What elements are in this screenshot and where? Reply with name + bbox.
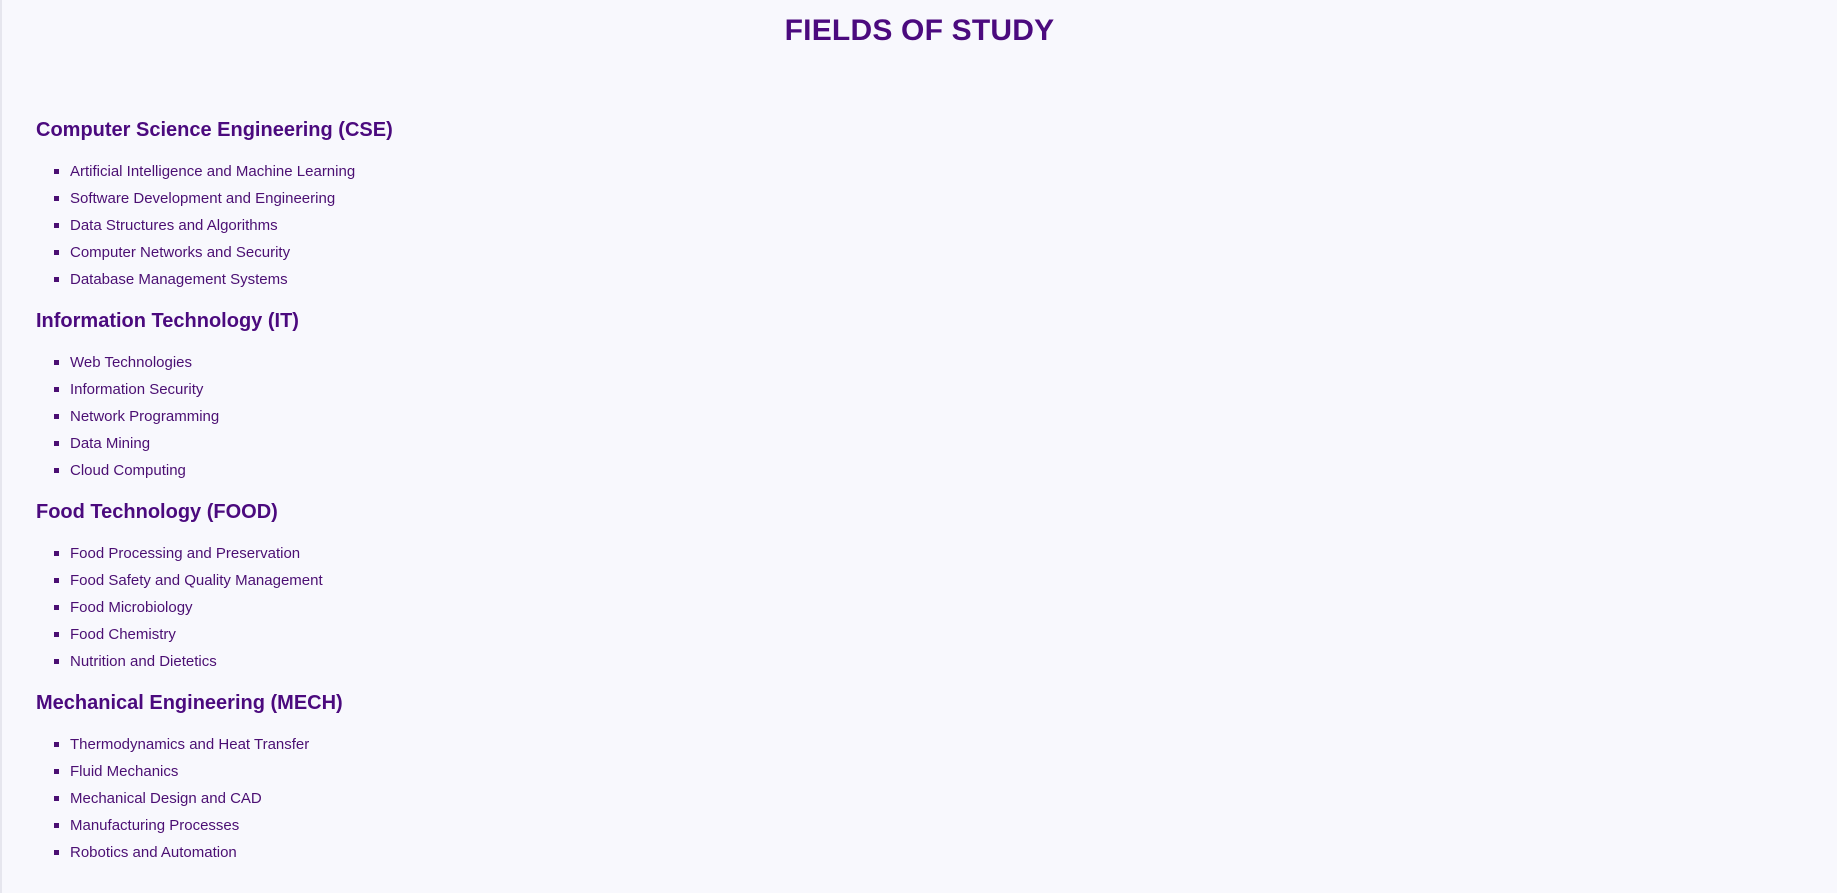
topic-label: Thermodynamics and Heat Transfer bbox=[70, 736, 310, 753]
topic-label: Food Chemistry bbox=[70, 626, 176, 643]
topic-label: Cloud Computing bbox=[70, 462, 186, 479]
section-heading: Computer Science Engineering (CSE) bbox=[36, 119, 393, 141]
square-bullet-icon bbox=[54, 823, 59, 828]
square-bullet-icon bbox=[54, 742, 59, 747]
topic-label: Food Microbiology bbox=[70, 599, 193, 616]
list-item: Network Programming bbox=[54, 403, 836, 430]
square-bullet-icon bbox=[54, 850, 59, 855]
topic-list: Food Processing and Preservation Food Sa… bbox=[36, 540, 836, 675]
square-bullet-icon bbox=[54, 769, 59, 774]
topic-label: Data Structures and Algorithms bbox=[70, 217, 278, 234]
list-item: Data Structures and Algorithms bbox=[54, 212, 836, 239]
topic-list: Web Technologies Information Security Ne… bbox=[36, 349, 836, 484]
section-cse: Computer Science Engineering (CSE) Artif… bbox=[36, 118, 836, 293]
square-bullet-icon bbox=[54, 632, 59, 637]
square-bullet-icon bbox=[54, 414, 59, 419]
square-bullet-icon bbox=[54, 605, 59, 610]
square-bullet-icon bbox=[54, 468, 59, 473]
topic-label: Computer Networks and Security bbox=[70, 244, 291, 261]
list-item: Web Technologies bbox=[54, 349, 836, 376]
section-heading: Food Technology (FOOD) bbox=[36, 501, 278, 523]
square-bullet-icon bbox=[54, 196, 59, 201]
topic-label: Artificial Intelligence and Machine Lear… bbox=[70, 163, 356, 180]
list-item: Nutrition and Dietetics bbox=[54, 648, 836, 675]
fields-list: Computer Science Engineering (CSE) Artif… bbox=[36, 118, 836, 882]
topic-list: Artificial Intelligence and Machine Lear… bbox=[36, 158, 836, 293]
list-item: Food Chemistry bbox=[54, 621, 836, 648]
topic-label: Food Processing and Preservation bbox=[70, 545, 301, 562]
list-item: Food Processing and Preservation bbox=[54, 540, 836, 567]
topic-label: Food Safety and Quality Management bbox=[70, 572, 323, 589]
section-it: Information Technology (IT) Web Technolo… bbox=[36, 309, 836, 484]
topic-list: Thermodynamics and Heat Transfer Fluid M… bbox=[36, 731, 836, 866]
list-item: Information Security bbox=[54, 376, 836, 403]
topic-label: Software Development and Engineering bbox=[70, 190, 336, 207]
square-bullet-icon bbox=[54, 169, 59, 174]
topic-label: Data Mining bbox=[70, 435, 151, 452]
topic-label: Manufacturing Processes bbox=[70, 817, 240, 834]
topic-label: Information Security bbox=[70, 381, 204, 398]
list-item: Database Management Systems bbox=[54, 266, 836, 293]
topic-label: Nutrition and Dietetics bbox=[70, 653, 217, 670]
list-item: Artificial Intelligence and Machine Lear… bbox=[54, 158, 836, 185]
section-heading: Information Technology (IT) bbox=[36, 310, 299, 332]
list-item: Thermodynamics and Heat Transfer bbox=[54, 731, 836, 758]
square-bullet-icon bbox=[54, 277, 59, 282]
list-item: Software Development and Engineering bbox=[54, 185, 836, 212]
list-item: Food Microbiology bbox=[54, 594, 836, 621]
section-food: Food Technology (FOOD) Food Processing a… bbox=[36, 500, 836, 675]
topic-label: Robotics and Automation bbox=[70, 844, 237, 861]
list-item: Computer Networks and Security bbox=[54, 239, 836, 266]
square-bullet-icon bbox=[54, 551, 59, 556]
list-item: Data Mining bbox=[54, 430, 836, 457]
topic-label: Network Programming bbox=[70, 408, 220, 425]
square-bullet-icon bbox=[54, 796, 59, 801]
topic-label: Mechanical Design and CAD bbox=[70, 790, 262, 807]
square-bullet-icon bbox=[54, 360, 59, 365]
square-bullet-icon bbox=[54, 441, 59, 446]
square-bullet-icon bbox=[54, 387, 59, 392]
square-bullet-icon bbox=[54, 223, 59, 228]
list-item: Manufacturing Processes bbox=[54, 812, 836, 839]
topic-label: Database Management Systems bbox=[70, 271, 288, 288]
topic-label: Fluid Mechanics bbox=[70, 763, 179, 780]
section-mech: Mechanical Engineering (MECH) Thermodyna… bbox=[36, 691, 836, 866]
list-item: Cloud Computing bbox=[54, 457, 836, 484]
fields-of-study-page: FIELDS OF STUDY Computer Science Enginee… bbox=[0, 0, 1837, 893]
page-title: FIELDS OF STUDY bbox=[784, 14, 1055, 47]
list-item: Mechanical Design and CAD bbox=[54, 785, 836, 812]
topic-label: Web Technologies bbox=[70, 354, 193, 371]
list-item: Robotics and Automation bbox=[54, 839, 836, 866]
section-heading: Mechanical Engineering (MECH) bbox=[36, 692, 343, 714]
square-bullet-icon bbox=[54, 578, 59, 583]
square-bullet-icon bbox=[54, 250, 59, 255]
list-item: Food Safety and Quality Management bbox=[54, 567, 836, 594]
square-bullet-icon bbox=[54, 659, 59, 664]
list-item: Fluid Mechanics bbox=[54, 758, 836, 785]
